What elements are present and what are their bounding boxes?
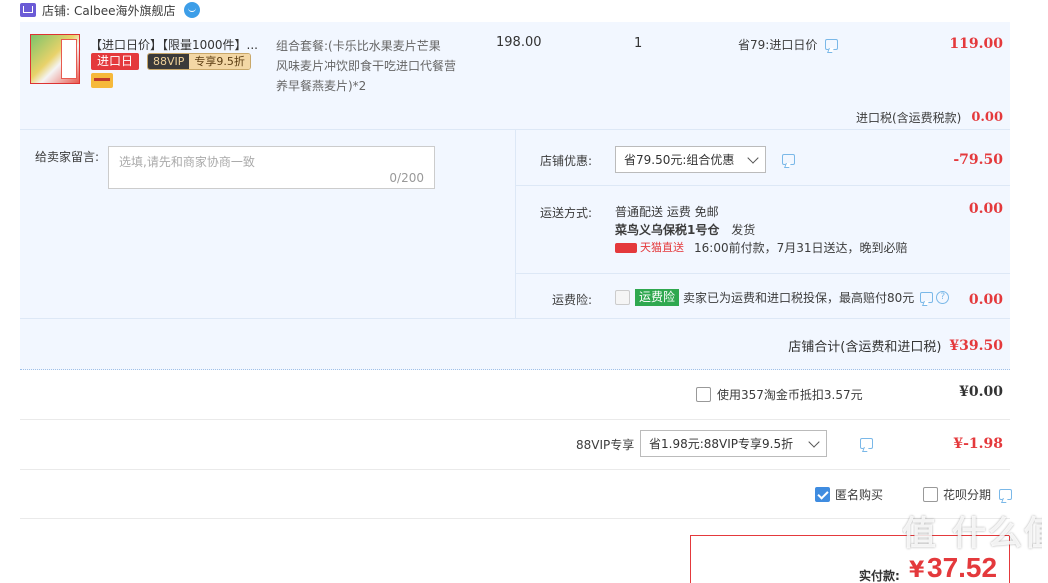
- spec-line: 风味麦片冲饮即食干吃进口代餐营: [276, 59, 457, 73]
- shipping-label: 运送方式:: [540, 206, 593, 220]
- insurance-label: 运费险:: [552, 293, 593, 307]
- message-placeholder: 选填,请先和商家协商一致: [119, 155, 255, 169]
- chat-bubble-icon[interactable]: [183, 2, 200, 18]
- anonymous-label: 匿名购买: [835, 488, 884, 502]
- insurance-row: 运费险 卖家已为运费和进口税投保，最高赔付80元 ?: [615, 289, 950, 306]
- product-title-link[interactable]: 【进口日价】【限量1000件】...: [90, 36, 258, 53]
- message-label: 给卖家留言:: [35, 150, 100, 164]
- message-icon[interactable]: [999, 489, 1013, 500]
- shipping-warehouse-row: 菜鸟义乌保税1号仓 发货: [615, 221, 908, 239]
- shop-total-row: 店铺合计(含运费和进口税) ¥39.50: [788, 336, 1003, 356]
- insurance-value: 0.00: [968, 292, 1003, 308]
- shop-discount-select[interactable]: 省79.50元:组合优惠: [615, 146, 766, 173]
- huabei-label: 花呗分期: [943, 488, 992, 502]
- watermark: 值 什么值得买: [902, 514, 1042, 554]
- delivery-row: 天猫直送 16:00前付款，7月31日送达，晚到必赔: [615, 239, 908, 257]
- insurance-badge: 运费险: [635, 289, 680, 306]
- huabei-checkbox[interactable]: [923, 487, 938, 502]
- vip-select[interactable]: 省1.98元:88VIP专享9.5折: [640, 430, 827, 457]
- coins-checkbox[interactable]: [696, 387, 711, 402]
- import-day-tag: 进口日: [91, 53, 140, 70]
- spec-line: 养早餐燕麦片)*2: [276, 79, 367, 93]
- help-icon[interactable]: ?: [936, 291, 950, 304]
- unit-price: 198.00: [496, 35, 542, 50]
- vip-label: 88VIP专享: [576, 438, 635, 452]
- insurance-text: 卖家已为运费和进口税投保，最高赔付80元: [683, 291, 915, 305]
- insurance-checkbox[interactable]: [615, 290, 630, 305]
- message-counter: 0/200: [389, 171, 424, 185]
- row-divider: [515, 185, 1010, 186]
- product-thumbnail[interactable]: [30, 34, 80, 84]
- shipping-line: 普通配送 运费 免邮: [615, 205, 719, 219]
- store-name-link[interactable]: Calbee海外旗舰店: [74, 2, 175, 19]
- coins-row: 使用357淘金币抵扣3.57元: [696, 386, 863, 403]
- row-divider: [20, 469, 1010, 470]
- quantity: 1: [634, 36, 643, 51]
- delivery-promise: 16:00前付款，7月31日送达，晚到必赔: [694, 241, 908, 255]
- anonymous-row: 匿名购买: [815, 486, 883, 503]
- product-tags: 进口日 88VIP 专享9.5折: [91, 53, 251, 70]
- tmall-direct-badge: 天猫直送: [640, 241, 684, 254]
- store-icon: [20, 3, 36, 17]
- row-divider: [20, 518, 1010, 519]
- shop-discount-label: 店铺优惠:: [540, 154, 593, 168]
- message-icon[interactable]: [859, 438, 873, 449]
- row-divider: [20, 419, 1010, 420]
- shop-total-label: 店铺合计(含运费和进口税): [788, 340, 942, 355]
- shop-discount-selected: 省79.50元:组合优惠: [624, 153, 735, 167]
- row-divider: [20, 318, 1010, 319]
- pay-label: 实付款:: [859, 569, 900, 583]
- message-icon[interactable]: [825, 39, 839, 50]
- shop-discount-value: -79.50: [953, 152, 1003, 168]
- chevron-down-icon: [747, 151, 759, 164]
- shop-total-value: ¥39.50: [949, 337, 1003, 354]
- product-spec: 组合套餐:(卡乐比水果麦片芒果 风味麦片冲饮即食干吃进口代餐营 养早餐燕麦片)*…: [276, 36, 456, 96]
- ship-text: 发货: [731, 223, 756, 237]
- vip-tag: 88VIP: [148, 54, 190, 69]
- huabei-row: 花呗分期: [923, 486, 1013, 503]
- card-icon: [91, 73, 113, 88]
- promo-info: 省79:进口日价: [738, 36, 839, 53]
- import-tax-value: 0.00: [971, 110, 1003, 125]
- message-icon[interactable]: [782, 154, 795, 165]
- store-label: 店铺:: [42, 3, 71, 18]
- vip-value: ¥-1.98: [953, 436, 1003, 452]
- vip-discount-tag: 专享9.5折: [189, 54, 250, 69]
- anonymous-checkbox[interactable]: [815, 487, 830, 502]
- spec-line: 组合套餐:(卡乐比水果麦片芒果: [276, 39, 441, 53]
- item-subtotal: 119.00: [949, 36, 1003, 52]
- import-tax-label: 进口税(含运费税款): [855, 111, 962, 125]
- panel-divider: [515, 130, 516, 318]
- message-icon[interactable]: [920, 292, 934, 303]
- coins-value: ¥0.00: [959, 384, 1003, 400]
- row-divider: [515, 273, 1010, 274]
- tmall-truck-icon: [615, 243, 637, 253]
- coins-label: 使用357淘金币抵扣3.57元: [717, 388, 863, 402]
- promo-text: 省79:进口日价: [738, 38, 818, 52]
- shipping-details: 普通配送 运费 免邮 菜鸟义乌保税1号仓 发货 天猫直送 16:00前付款，7月…: [615, 203, 908, 257]
- message-textarea[interactable]: 选填,请先和商家协商一致 0/200: [108, 146, 435, 189]
- shipping-value: 0.00: [968, 201, 1003, 217]
- vip-selected: 省1.98元:88VIP专享9.5折: [649, 437, 794, 451]
- store-header: 店铺: Calbee海外旗舰店: [20, 2, 200, 18]
- warehouse: 菜鸟义乌保税1号仓: [615, 223, 720, 237]
- import-tax-row: 进口税(含运费税款) 0.00: [856, 109, 1003, 126]
- chevron-down-icon: [808, 435, 820, 448]
